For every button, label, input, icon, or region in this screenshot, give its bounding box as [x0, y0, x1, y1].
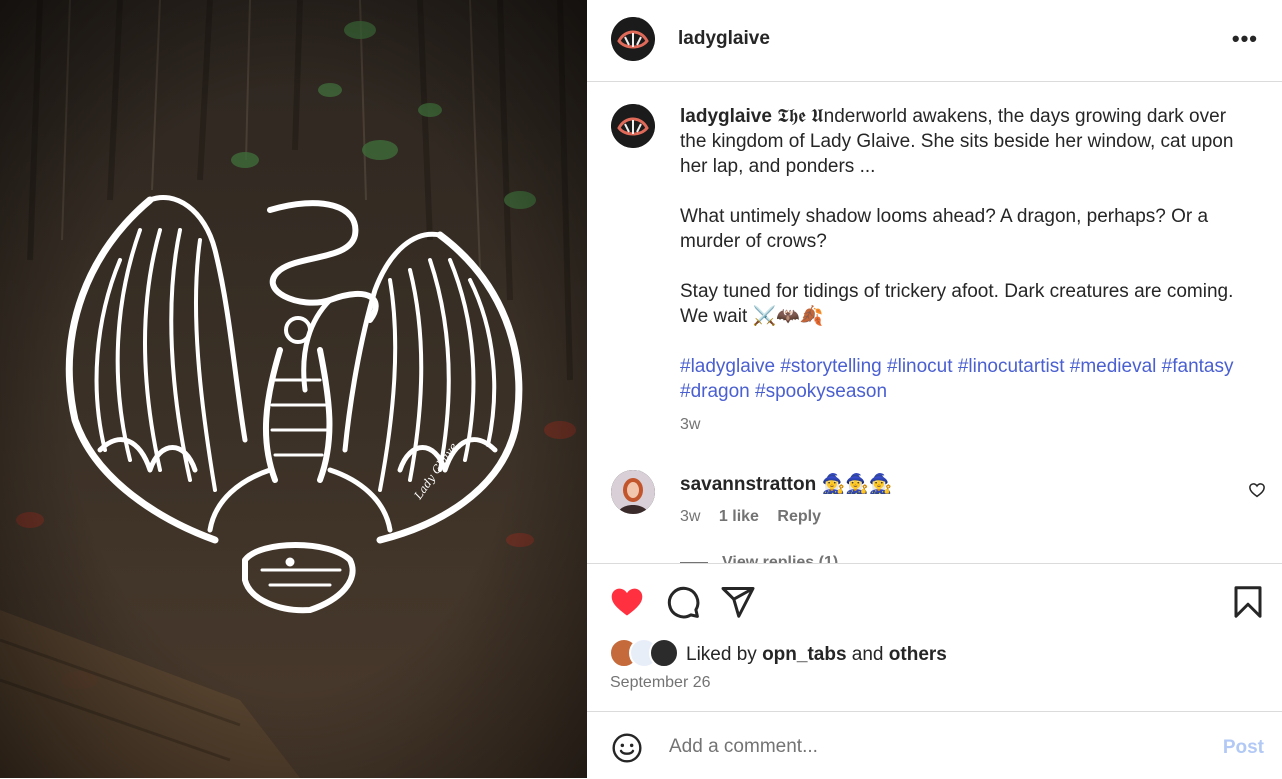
bookmark-icon[interactable] — [1230, 584, 1266, 620]
caption-author-avatar[interactable] — [611, 104, 655, 148]
comment-age[interactable]: 3w — [680, 508, 700, 525]
avatar-logo-icon — [611, 104, 655, 148]
caption-paragraph-1: ladyglaive 𝕿𝖍𝖊 𝖀nderworld awakens, the d… — [680, 104, 1255, 179]
post-caption: ladyglaive 𝕿𝖍𝖊 𝖀nderworld awakens, the d… — [680, 104, 1255, 437]
more-options-icon[interactable]: ••• — [1232, 26, 1258, 52]
liked-by-user[interactable]: opn_tabs — [762, 644, 846, 665]
author-avatar[interactable] — [611, 17, 655, 61]
liked-by-prefix: Liked by — [686, 644, 757, 665]
post-date[interactable]: September 26 — [610, 674, 711, 692]
hashtag-link[interactable]: #ladyglaive — [680, 356, 775, 377]
liked-by-avatars[interactable] — [609, 638, 689, 668]
comment-item: savannstratton 🧙‍♀️🧙‍♀️🧙‍♀️ 3w 1 like Re… — [587, 468, 1282, 563]
caption-hashtags: #ladyglaive #storytelling #linocut #lino… — [680, 354, 1255, 404]
avatar-logo-icon — [611, 17, 655, 61]
comment-reply-button[interactable]: Reply — [777, 508, 821, 525]
commenter-avatar[interactable] — [611, 470, 655, 514]
post-comment-button[interactable]: Post — [1223, 737, 1264, 759]
emoji-icon[interactable] — [611, 732, 643, 764]
comment-likes[interactable]: 1 like — [719, 508, 759, 525]
caption-paragraph-2: What untimely shadow looms ahead? A drag… — [680, 206, 1209, 252]
comment-icon[interactable] — [665, 584, 701, 620]
liked-by-others[interactable]: others — [889, 644, 947, 665]
liker-avatar — [649, 638, 679, 668]
hashtag-link[interactable]: #medieval — [1070, 356, 1157, 377]
commenter-photo-icon — [611, 470, 655, 514]
hashtag-link[interactable]: #dragon — [680, 381, 750, 402]
comment-meta: 3w 1 like Reply — [680, 508, 821, 526]
view-replies-button[interactable]: View replies (1) — [680, 554, 838, 563]
comments-scroll-area[interactable]: ladyglaive 𝕿𝖍𝖊 𝖀nderworld awakens, the d… — [587, 82, 1282, 563]
hashtag-link[interactable]: #linocut — [887, 356, 953, 377]
hashtag-link[interactable]: #spookyseason — [755, 381, 887, 402]
author-username[interactable]: ladyglaive — [678, 28, 770, 50]
comment-username[interactable]: savannstratton — [680, 474, 816, 495]
heart-outline-icon[interactable] — [1248, 481, 1266, 499]
hashtag-link[interactable]: #fantasy — [1162, 356, 1234, 377]
post-actions: Liked by opn_tabs and others September 2… — [587, 563, 1282, 712]
comment-input[interactable] — [667, 732, 1191, 762]
hashtag-link[interactable]: #linocutartist — [958, 356, 1065, 377]
liked-by-and: and — [851, 644, 884, 665]
post-image[interactable]: Lady Glaive — [0, 0, 587, 778]
post-header: ladyglaive ••• — [587, 0, 1282, 82]
caption-age[interactable]: 3w — [680, 412, 1255, 437]
heart-icon[interactable] — [609, 584, 645, 620]
liked-by-summary: Liked by opn_tabs and others — [686, 644, 947, 666]
share-icon[interactable] — [720, 584, 756, 620]
post-image-artwork: Lady Glaive — [0, 0, 587, 778]
comment-text: 🧙‍♀️🧙‍♀️🧙‍♀️ — [821, 474, 893, 495]
hashtag-link[interactable]: #storytelling — [780, 356, 881, 377]
post-details-panel: ladyglaive ••• ladyglaive 𝕿𝖍𝖊 𝖀nderworld… — [587, 0, 1282, 778]
view-replies-label: View replies (1) — [722, 554, 839, 563]
caption-paragraph-3: Stay tuned for tidings of trickery afoot… — [680, 281, 1234, 327]
caption-username[interactable]: ladyglaive — [680, 106, 772, 127]
comment-composer: Post — [587, 711, 1282, 779]
